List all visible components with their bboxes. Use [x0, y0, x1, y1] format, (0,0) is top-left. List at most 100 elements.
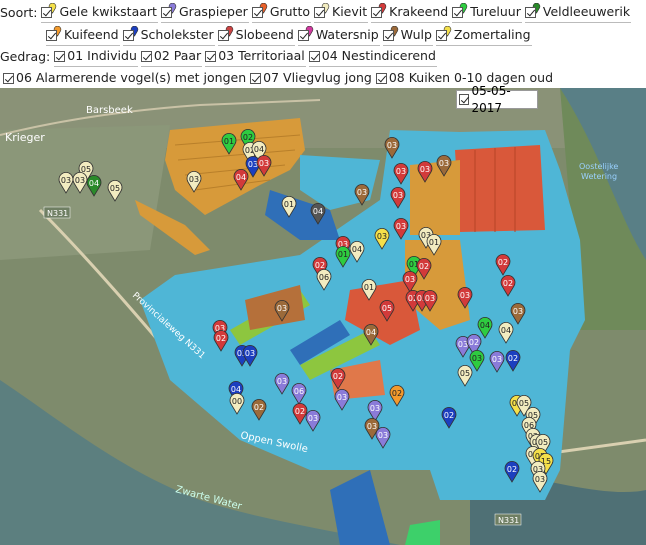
map-marker-label: 04 [236, 173, 246, 182]
map-marker-label: 03 [420, 165, 430, 174]
map-marker-label: 03 [61, 176, 71, 185]
map-marker-label: 02 [444, 411, 454, 420]
map-marker-label: 03 [513, 307, 523, 316]
behaviour-2[interactable]: 02 Paar [140, 47, 203, 67]
map-marker-label: 03 [277, 304, 287, 313]
map-marker-label: 03 [367, 422, 377, 431]
map-marker-label: 00 [232, 397, 242, 406]
species-watersnip-label: Watersnip [315, 27, 379, 42]
species-kievit[interactable]: Kievit [314, 2, 369, 23]
map-marker-label: 03 [189, 175, 199, 184]
map-marker-label: 01 [224, 137, 234, 146]
map-marker-label: 03 [378, 431, 388, 440]
behaviour-4[interactable]: 04 Nestindicerend [308, 47, 437, 67]
species-grutto-checkbox[interactable] [251, 6, 263, 18]
species-grutto[interactable]: Grutto [251, 2, 312, 23]
species-krakeend-checkbox[interactable] [371, 6, 383, 18]
map-label-oostelijke: Oostelijke [579, 162, 618, 171]
map-marker-label: 03 [387, 141, 397, 150]
map-marker-label: 02 [216, 334, 226, 343]
species-graspieper-checkbox[interactable] [160, 6, 172, 18]
map-marker-label: 05 [519, 399, 529, 408]
species-scholekster-checkbox[interactable] [122, 29, 134, 41]
map-marker-label: 03 [439, 159, 449, 168]
map-marker-label: 03 [277, 377, 287, 386]
behaviour-2-label: 02 Paar [153, 48, 202, 63]
map-marker-label: 06 [294, 387, 304, 396]
map-canvas[interactable]: Barsbeek Krieger Oostelijke Wetering N33… [0, 88, 646, 545]
behaviour-6-label: 07 Vliegvlug jong [263, 70, 372, 85]
map-marker-label: 03 [357, 188, 367, 197]
map-marker-label: 03 [75, 176, 85, 185]
map-marker-label: 04 [352, 245, 362, 254]
map-marker-label: 01 [284, 200, 294, 209]
map-label-n331-south: N331 [498, 516, 519, 525]
species-kuifeend[interactable]: Kuifeend [46, 25, 120, 46]
map-marker-label: 05 [538, 438, 548, 447]
species-krakeend[interactable]: Krakeend [371, 2, 450, 23]
species-tureluur[interactable]: Tureluur [452, 2, 522, 23]
species-gele-kwikstaart-checkbox[interactable] [41, 6, 53, 18]
map-marker-label: 04 [480, 321, 490, 330]
species-scholekster[interactable]: Scholekster [122, 25, 215, 46]
map-view[interactable]: Barsbeek Krieger Oostelijke Wetering N33… [0, 88, 646, 545]
soort-label: Soort: [0, 4, 38, 20]
species-watersnip-checkbox[interactable] [297, 29, 309, 41]
behaviour-7-checkbox[interactable] [375, 72, 387, 84]
behaviour-4-checkbox[interactable] [308, 50, 320, 62]
behaviour-4-label: 04 Nestindicerend [321, 48, 436, 63]
species-wulp[interactable]: Wulp [382, 25, 433, 46]
behaviour-1-checkbox[interactable] [54, 50, 66, 62]
species-slobeend-label: Slobeend [235, 27, 294, 42]
map-marker-label: 04 [254, 145, 264, 154]
species-zomertaling-checkbox[interactable] [435, 29, 447, 41]
behaviour-3[interactable]: 03 Territoriaal [205, 47, 306, 67]
map-marker-label: 03 [337, 393, 347, 402]
species-slobeend[interactable]: Slobeend [217, 25, 295, 46]
behaviour-6-checkbox[interactable] [250, 72, 262, 84]
map-marker-label: 05 [382, 304, 392, 313]
map-label-wetering: Wetering [581, 172, 617, 181]
map-label-barsbeek: Barsbeek [86, 105, 133, 116]
behaviour-5-checkbox[interactable] [3, 72, 14, 84]
behaviour-3-checkbox[interactable] [205, 50, 217, 62]
map-marker-label: 03 [245, 349, 255, 358]
species-wulp-label: Wulp [400, 27, 432, 42]
map-marker-label: 02 [254, 403, 264, 412]
species-wulp-checkbox[interactable] [382, 29, 394, 41]
species-veldleeuwerik-checkbox[interactable] [524, 6, 536, 18]
map-marker-label: 02 [419, 262, 429, 271]
date-checkbox[interactable] [459, 94, 470, 105]
map-marker-label: 02 [507, 465, 517, 474]
species-kievit-checkbox[interactable] [314, 6, 326, 18]
map-label-krieger: Krieger [5, 131, 45, 144]
map-marker-label: 05 [460, 369, 470, 378]
species-graspieper[interactable]: Graspieper [160, 2, 249, 23]
map-marker-label: 02 [392, 389, 402, 398]
species-slobeend-checkbox[interactable] [217, 29, 229, 41]
species-kievit-label: Kievit [332, 4, 368, 19]
species-veldleeuwerik[interactable]: Veldleeuwerik [524, 2, 632, 23]
species-kuifeend-checkbox[interactable] [46, 29, 57, 41]
map-marker-label: 04 [89, 179, 99, 188]
species-kuifeend-label: Kuifeend [64, 27, 119, 42]
species-gele-kwikstaart[interactable]: Gele kwikstaart [41, 2, 158, 23]
date-filter[interactable]: 05-05-2017 [456, 84, 538, 115]
behaviour-1[interactable]: 01 Individu [54, 47, 138, 67]
map-marker-label: 03 [377, 232, 387, 241]
map-marker-label: 03 [259, 159, 269, 168]
species-watersnip[interactable]: Watersnip [297, 25, 380, 46]
map-marker-label: 02 [333, 372, 343, 381]
behaviour-2-checkbox[interactable] [140, 50, 152, 62]
map-marker-label: 01 [338, 250, 348, 259]
farmland-west [0, 125, 170, 260]
map-marker-label: 01 [364, 283, 374, 292]
map-label-n331-west: N331 [47, 209, 68, 218]
species-gele-kwikstaart-label: Gele kwikstaart [59, 4, 157, 19]
behaviour-5[interactable]: 06 Alarmerende vogel(s) met jongen [3, 69, 248, 89]
species-zomertaling[interactable]: Zomertaling [435, 25, 532, 46]
behaviour-6[interactable]: 07 Vliegvlug jong [250, 69, 373, 89]
behaviour-row-1: Gedrag: 01 Individu 02 Paar 03 Territoriaa… [0, 46, 440, 67]
species-tureluur-checkbox[interactable] [452, 6, 464, 18]
map-marker-label: 04 [313, 207, 323, 216]
